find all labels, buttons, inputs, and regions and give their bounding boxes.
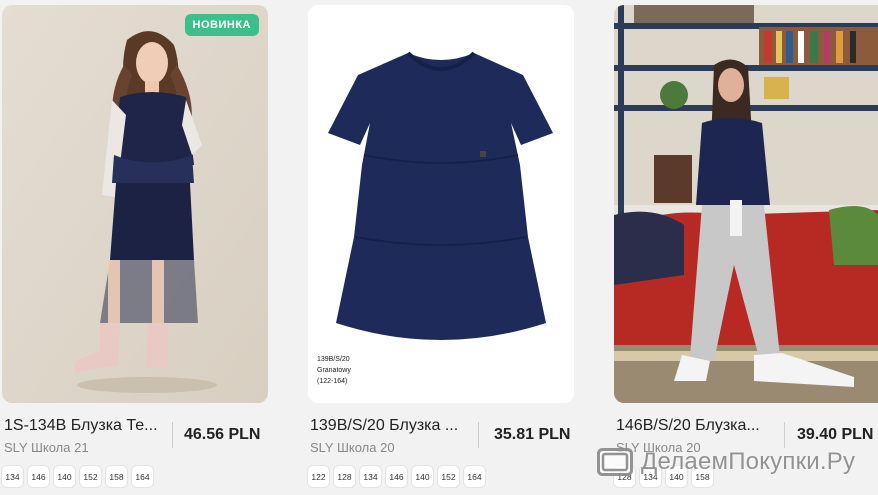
product-card[interactable]: НОВИНКА 1S-134B Блузка Те... SLY Школа 2… — [2, 0, 268, 495]
new-badge: НОВИНКА — [184, 14, 259, 36]
caption-line: (122-164) — [317, 378, 348, 385]
product-image — [2, 5, 268, 403]
size-chip[interactable]: 146 — [28, 466, 49, 487]
size-chip[interactable]: 152 — [80, 466, 101, 487]
size-chip[interactable]: 140 — [54, 466, 75, 487]
product-photo[interactable] — [614, 5, 878, 403]
size-chip[interactable]: 140 — [412, 466, 433, 487]
watermark-text: ДелаемПокупки.Ру — [641, 448, 856, 475]
caption-line: 139B/S/20 — [317, 356, 350, 363]
product-photo[interactable]: 139B/S/20 Granatowy (122-164) — [308, 5, 574, 403]
size-chip[interactable]: 134 — [360, 466, 381, 487]
size-chip[interactable]: 152 — [438, 466, 459, 487]
product-card[interactable]: 139B/S/20 Granatowy (122-164) 139B/S/20 … — [308, 0, 574, 495]
size-chip[interactable]: 146 — [386, 466, 407, 487]
size-chip[interactable]: 122 — [308, 466, 329, 487]
size-chip[interactable]: 164 — [132, 466, 153, 487]
product-price: 46.56 PLN — [184, 426, 261, 443]
product-brand: SLY Школа 21 — [4, 440, 89, 455]
size-list: 122 128 134 146 140 152 164 — [308, 466, 485, 487]
product-brand: SLY Школа 20 — [310, 440, 395, 455]
size-list: 134 146 140 152 158 164 — [2, 466, 153, 487]
product-image — [308, 5, 574, 403]
product-title[interactable]: 139B/S/20 Блузка ... — [310, 417, 468, 435]
product-card[interactable]: 146B/S/20 Блузка... SLY Школа 20 39.40 P… — [614, 0, 878, 495]
product-price: 35.81 PLN — [494, 426, 571, 443]
product-title[interactable]: 1S-134B Блузка Те... — [4, 417, 162, 435]
product-photo[interactable]: НОВИНКА — [2, 5, 268, 403]
size-chip[interactable]: 128 — [334, 466, 355, 487]
product-image — [614, 5, 878, 403]
card-icon — [597, 448, 633, 476]
divider — [172, 422, 173, 448]
size-chip[interactable]: 164 — [464, 466, 485, 487]
divider — [784, 422, 785, 448]
product-price: 39.40 PLN — [797, 426, 874, 443]
size-chip[interactable]: 158 — [106, 466, 127, 487]
watermark: ДелаемПокупки.Ру — [597, 448, 855, 476]
photo-caption: 139B/S/20 Granatowy (122-164) — [317, 354, 351, 387]
caption-line: Granatowy — [317, 367, 351, 374]
product-title[interactable]: 146B/S/20 Блузка... — [616, 417, 774, 435]
divider — [478, 422, 479, 448]
size-chip[interactable]: 134 — [2, 466, 23, 487]
